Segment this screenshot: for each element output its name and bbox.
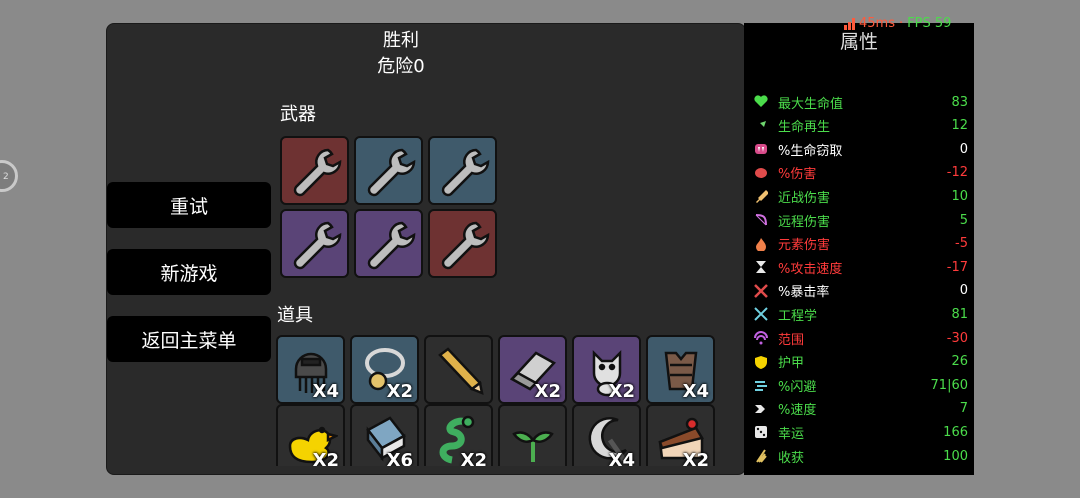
stat-row[interactable]: 元素伤害 -5 <box>752 233 968 255</box>
item-quantity: X4 <box>682 381 709 402</box>
item-quantity: X2 <box>386 381 413 402</box>
muscle-icon <box>752 164 770 182</box>
perf-separator: · <box>898 16 904 31</box>
stat-row[interactable]: %速度 7 <box>752 398 968 420</box>
stat-label: 近战伤害 <box>778 190 831 206</box>
item-quantity: X2 <box>608 381 635 402</box>
stat-value: 26 <box>951 354 968 370</box>
signal-icon <box>844 17 855 30</box>
stat-row[interactable]: %伤害 -12 <box>752 162 968 184</box>
fps-value: FPS 59 <box>907 16 952 31</box>
stat-label: 生命再生 <box>778 120 831 136</box>
item-slot[interactable]: X2 <box>350 335 419 404</box>
range-icon <box>752 329 770 347</box>
items-grid: X4 X2 X2 X2 X4 X2 X6 X2 X4 X2 <box>107 24 745 466</box>
stat-label: %伤害 <box>778 167 817 183</box>
stat-value: -12 <box>946 165 968 181</box>
stat-value: 10 <box>951 188 968 204</box>
stat-value: 5 <box>959 212 968 228</box>
stat-label: 工程学 <box>778 308 818 324</box>
stat-value: 166 <box>943 424 968 440</box>
stat-row[interactable]: 最大生命值 83 <box>752 91 968 113</box>
stat-label: 护甲 <box>778 356 805 372</box>
item-quantity: X6 <box>386 450 413 466</box>
bow-icon <box>752 211 770 229</box>
item-quantity: X2 <box>534 381 561 402</box>
stat-label: %暴击率 <box>778 285 830 301</box>
stat-row[interactable]: 远程伤害 5 <box>752 209 968 231</box>
item-quantity: X4 <box>608 450 635 466</box>
stat-value: 0 <box>959 141 968 157</box>
stat-row[interactable]: 工程学 81 <box>752 303 968 325</box>
pencil-icon <box>438 347 484 396</box>
stat-value: 100 <box>943 448 968 464</box>
stat-row[interactable]: 范围 -30 <box>752 327 968 349</box>
dice-icon <box>752 423 770 441</box>
item-slot[interactable]: X4 <box>276 335 345 404</box>
stat-label: 幸运 <box>778 426 805 442</box>
hourglass-icon <box>752 258 770 276</box>
stat-label: 最大生命值 <box>778 96 844 112</box>
stat-value: 71|60 <box>930 377 968 393</box>
stat-value: 12 <box>951 118 968 134</box>
side-handle-icon: 2 <box>3 172 9 182</box>
stat-label: 范围 <box>778 332 805 348</box>
harvest-icon <box>752 447 770 465</box>
speed-icon <box>752 400 770 418</box>
stat-row[interactable]: 近战伤害 10 <box>752 185 968 207</box>
stat-value: 0 <box>959 283 968 299</box>
stat-label: 元素伤害 <box>778 238 831 254</box>
stat-row[interactable]: 护甲 26 <box>752 351 968 373</box>
crit-icon <box>752 282 770 300</box>
item-quantity: X2 <box>460 450 487 466</box>
heart-icon <box>752 93 770 111</box>
stat-label: %速度 <box>778 403 817 419</box>
regen-icon <box>752 117 770 135</box>
stat-row[interactable]: 幸运 166 <box>752 421 968 443</box>
stat-value: 7 <box>959 401 968 417</box>
sword-icon <box>752 187 770 205</box>
item-slot[interactable] <box>424 335 493 404</box>
stats-title: 属性 <box>839 31 878 53</box>
item-slot[interactable]: X4 <box>572 404 641 466</box>
tools-icon <box>752 305 770 323</box>
stat-row[interactable]: %攻击速度 -17 <box>752 256 968 278</box>
side-handle[interactable]: 2 <box>0 160 18 192</box>
shield-icon <box>752 353 770 371</box>
item-slot[interactable]: X2 <box>276 404 345 466</box>
stat-label: %闪避 <box>778 379 817 395</box>
item-slot[interactable]: X2 <box>646 404 715 466</box>
item-quantity: X2 <box>682 450 709 466</box>
stats-panel: 属性 最大生命值 83 生命再生 12 %生命窃取 0 %伤害 -12 近战伤害 10 远程伤害 5 元… <box>744 23 974 475</box>
performance-overlay: 45ms · FPS 59 <box>844 16 951 31</box>
stat-label: %攻击速度 <box>778 261 843 277</box>
stat-label: 远程伤害 <box>778 214 831 230</box>
item-slot[interactable]: X2 <box>498 335 567 404</box>
ping-value: 45ms <box>859 16 895 31</box>
dodge-icon <box>752 376 770 394</box>
stat-row[interactable]: 收获 100 <box>752 445 968 467</box>
stat-value: 83 <box>951 94 968 110</box>
stat-row[interactable]: %生命窃取 0 <box>752 138 968 160</box>
item-slot[interactable]: X4 <box>646 335 715 404</box>
stat-row[interactable]: 生命再生 12 <box>752 115 968 137</box>
stat-label: 收获 <box>778 450 805 466</box>
fangs-icon <box>752 140 770 158</box>
stat-row[interactable]: %闪避 71|60 <box>752 374 968 396</box>
item-slot[interactable] <box>498 404 567 466</box>
item-slot[interactable]: X2 <box>424 404 493 466</box>
item-quantity: X4 <box>312 381 339 402</box>
stat-label: %生命窃取 <box>778 143 843 159</box>
stat-value: -17 <box>946 259 968 275</box>
stat-value: -30 <box>946 330 968 346</box>
stat-value: -5 <box>955 236 968 252</box>
flame-icon <box>752 235 770 253</box>
run-summary-panel: 胜利 危险0 重试 新游戏 返回主菜单 武器 道具 X4 X2 X2 X2 X4 X2 X6… <box>106 23 746 475</box>
item-slot[interactable]: X2 <box>572 335 641 404</box>
stat-row[interactable]: %暴击率 0 <box>752 280 968 302</box>
item-quantity: X2 <box>312 450 339 466</box>
stat-value: 81 <box>951 306 968 322</box>
item-slot[interactable]: X6 <box>350 404 419 466</box>
sprout-icon <box>512 431 554 462</box>
